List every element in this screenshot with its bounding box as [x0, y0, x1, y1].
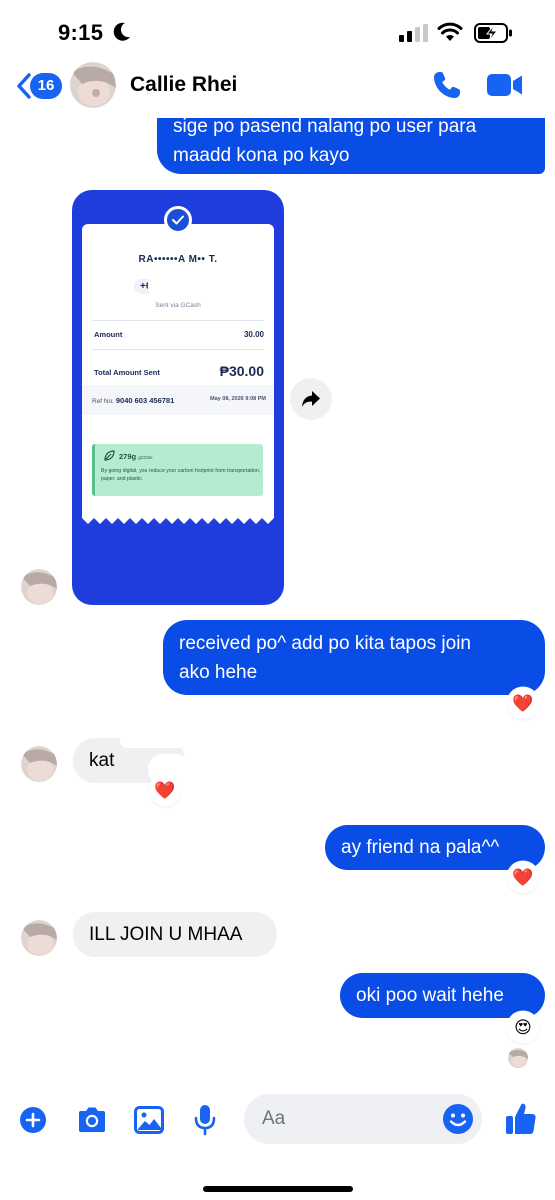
contact-avatar-small[interactable]: [21, 746, 57, 782]
chat-header: 16 Callie Rhei: [0, 62, 555, 118]
battery-charging-icon: [474, 23, 512, 43]
microphone-icon[interactable]: [193, 1104, 217, 1136]
heart-eyes-reaction[interactable]: 😍: [508, 1012, 538, 1042]
receipt-ref-number: 9040 603 456781: [115, 396, 175, 405]
heart-icon: ❤️: [512, 693, 534, 713]
outgoing-message[interactable]: oki poo wait hehe: [340, 973, 545, 1018]
message-text-line: received po^ add po kita tapos join: [179, 633, 471, 654]
status-time: 9:15: [58, 20, 104, 45]
plus-circle-icon[interactable]: [20, 1107, 46, 1133]
home-indicator: [203, 1186, 353, 1192]
message-input[interactable]: [262, 1094, 422, 1144]
outgoing-message[interactable]: ay friend na pala^^: [325, 825, 545, 870]
heart-icon: ❤️: [512, 867, 534, 887]
heart-icon: ❤️: [154, 780, 176, 800]
message-list[interactable]: sige po pasend nalang po user para maadd…: [0, 118, 555, 1080]
share-arrow-icon[interactable]: [301, 390, 321, 408]
seen-avatar: [508, 1048, 528, 1068]
heart-eyes-emoji-icon: 😍: [514, 1017, 532, 1037]
carbon-value: 279g gCO2e: [119, 452, 152, 461]
message-text-line: sige po pasend nalang po user para: [173, 118, 477, 137]
incoming-message[interactable]: ILL JOIN U MHAA: [73, 912, 277, 957]
receipt-ref-label: Ref No.: [92, 398, 115, 405]
receipt-reference: Ref No. 9040 603 456781: [92, 396, 174, 405]
receipt-reference-strip: Ref No. 9040 603 456781 May 08, 2026 9:0…: [82, 385, 274, 415]
message-text: oki poo wait hehe: [356, 985, 504, 1006]
status-bar: 9:15: [0, 0, 555, 62]
forward-button[interactable]: [290, 378, 332, 420]
message-text: ILL JOIN U MHAA: [89, 924, 243, 945]
contact-name[interactable]: Callie Rhei: [130, 73, 237, 97]
phone-icon[interactable]: [431, 69, 463, 101]
unread-count-badge[interactable]: 16: [30, 73, 62, 99]
contact-avatar-small[interactable]: [21, 569, 57, 605]
outgoing-message[interactable]: received po^ add po kita tapos join ako …: [163, 620, 545, 695]
receipt-amount-value: 30.00: [243, 330, 264, 339]
heart-reaction[interactable]: ❤️: [508, 688, 538, 718]
carbon-grams: 279g: [119, 452, 137, 461]
receipt-date: May 08, 2026 9:08 PM: [210, 396, 266, 402]
receipt-sent-via: Sent via GCash: [155, 302, 201, 309]
outgoing-message[interactable]: sige po pasend nalang po user para maadd…: [157, 118, 545, 174]
receipt-total-value: ₱30.00: [219, 363, 264, 379]
contact-avatar-small[interactable]: [21, 920, 57, 956]
message-composer[interactable]: [244, 1094, 482, 1144]
gcash-receipt: RA••••••A M•• T. +63 Sent via GCash Amou…: [82, 224, 274, 516]
camera-icon[interactable]: [76, 1106, 108, 1134]
emoji-icon[interactable]: [442, 1103, 474, 1135]
receipt-recipient-name: RA••••••A M•• T.: [138, 254, 218, 265]
receipt-image-message[interactable]: RA••••••A M•• T. +63 Sent via GCash Amou…: [72, 190, 284, 605]
redaction-blur: [148, 277, 192, 295]
thumbs-up-icon[interactable]: [505, 1102, 537, 1136]
contact-avatar[interactable]: [70, 62, 116, 108]
carbon-note-text: By going digital, you reduce your carbon…: [101, 468, 261, 482]
heart-reaction[interactable]: ❤️: [508, 862, 538, 892]
leaf-icon: [104, 450, 115, 461]
message-text: ay friend na pala^^: [341, 837, 500, 858]
carbon-unit: gCO2e: [138, 455, 153, 460]
redaction-blur: [120, 734, 190, 748]
receipt-amount-label: Amount: [94, 330, 123, 339]
heart-reaction[interactable]: ❤️: [150, 775, 180, 805]
image-icon[interactable]: [134, 1106, 164, 1134]
wifi-icon: [437, 22, 463, 41]
video-camera-icon[interactable]: [486, 70, 524, 100]
receipt-total-label: Total Amount Sent: [94, 368, 160, 377]
message-text-line: maadd kona po kayo: [173, 145, 350, 166]
moon-icon: [113, 22, 130, 41]
receipt-divider: [92, 320, 264, 321]
carbon-footprint-note: 279g gCO2e By going digital, you reduce …: [92, 444, 263, 496]
message-text-line: ako hehe: [179, 662, 258, 683]
check-circle-icon: [164, 206, 192, 234]
receipt-torn-edge: [82, 516, 274, 524]
receipt-divider: [92, 349, 264, 350]
cellular-signal-icon: [399, 24, 428, 42]
composer-bar: [0, 1080, 555, 1200]
